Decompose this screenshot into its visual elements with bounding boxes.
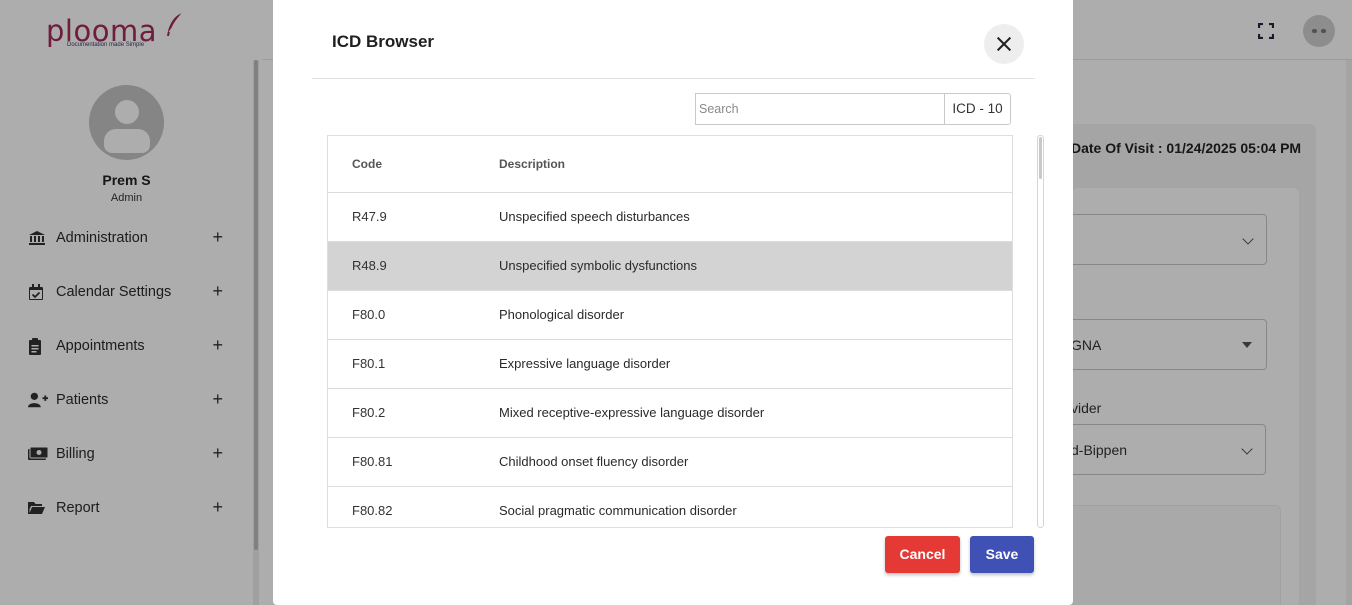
- divider: [312, 78, 1035, 79]
- close-button[interactable]: [984, 24, 1024, 64]
- icd-code-cell: F80.2: [352, 405, 386, 420]
- icd-table: Code Description R47.9 Unspecified speech…: [327, 135, 1013, 528]
- table-row[interactable]: F80.82 Social pragmatic communication dis…: [328, 487, 1012, 527]
- table-row[interactable]: R47.9 Unspecified speech disturbances: [328, 193, 1012, 242]
- dialog-title: ICD Browser: [332, 32, 435, 51]
- table-header: Code Description: [328, 136, 1012, 193]
- icd-description-cell: Mixed receptive-expressive language diso…: [499, 405, 765, 420]
- icd-description-cell: Unspecified symbolic dysfunctions: [499, 258, 697, 273]
- icd-description-cell: Childhood onset fluency disorder: [499, 454, 689, 469]
- icd-code-cell: R48.9: [352, 258, 387, 273]
- search-input[interactable]: [695, 93, 945, 125]
- table-row[interactable]: F80.0 Phonological disorder: [328, 291, 1012, 340]
- icd-code-cell: F80.82: [352, 503, 393, 518]
- icd-code-cell: F80.81: [352, 454, 393, 469]
- icd-code-cell: R47.9: [352, 209, 387, 224]
- icd-description-cell: Social pragmatic communication disorder: [499, 503, 737, 518]
- icd-browser-dialog: ICD Browser ICD - 10 Code Description R4…: [273, 0, 1073, 605]
- cancel-button[interactable]: Cancel: [885, 536, 960, 573]
- code-system-badge: ICD - 10: [944, 93, 1011, 125]
- icd-code-cell: F80.0: [352, 307, 386, 322]
- column-header-code[interactable]: Code: [352, 136, 382, 193]
- table-scrollbar[interactable]: [1037, 135, 1044, 528]
- icd-description-cell: Expressive language disorder: [499, 356, 671, 371]
- table-row[interactable]: R48.9 Unspecified symbolic dysfunctions: [328, 242, 1012, 291]
- table-row[interactable]: F80.1 Expressive language disorder: [328, 340, 1012, 389]
- save-button[interactable]: Save: [970, 536, 1034, 573]
- icd-description-cell: Unspecified speech disturbances: [499, 209, 690, 224]
- table-row[interactable]: F80.81 Childhood onset fluency disorder: [328, 438, 1012, 487]
- icd-description-cell: Phonological disorder: [499, 307, 625, 322]
- table-row[interactable]: F80.2 Mixed receptive-expressive language…: [328, 389, 1012, 438]
- column-header-description[interactable]: Description: [499, 136, 565, 193]
- icd-code-cell: F80.1: [352, 356, 386, 371]
